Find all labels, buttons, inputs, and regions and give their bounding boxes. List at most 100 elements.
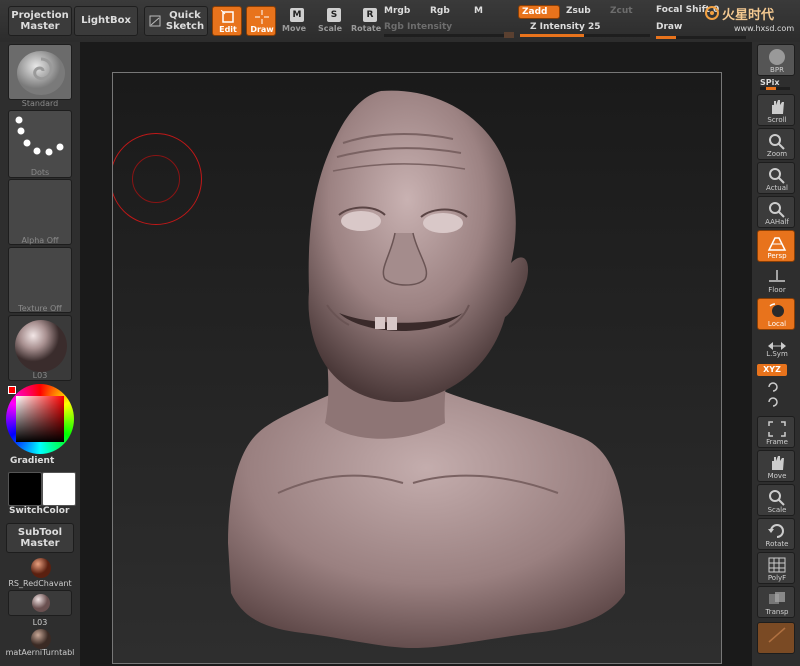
persp-label: Persp xyxy=(767,252,787,260)
gradient-toggle[interactable]: Gradient xyxy=(10,456,54,466)
rotate-label: Rotate xyxy=(351,24,382,33)
aahalf-button[interactable]: AAHalf xyxy=(757,196,795,228)
move-mode-button[interactable]: M Move xyxy=(282,6,308,36)
aahalf-magnifier-icon xyxy=(769,202,785,218)
material-slot-1-icon[interactable] xyxy=(30,557,52,579)
material-slot-3-label: matAerniTurntabl xyxy=(5,648,75,657)
m-toggle[interactable]: M xyxy=(474,6,483,16)
polyf-button[interactable]: PolyF xyxy=(757,552,795,584)
local-button[interactable]: Local xyxy=(757,298,795,330)
scale-label: Scale xyxy=(318,24,343,33)
bpr-sphere-icon xyxy=(769,49,785,65)
z-intensity-slider[interactable]: Z Intensity 25 xyxy=(530,22,601,32)
scale-magnifier-icon xyxy=(769,490,785,506)
material-slot-3-icon[interactable] xyxy=(30,628,52,650)
rgb-intensity-slider[interactable]: Rgb Intensity xyxy=(384,22,452,32)
scale-label: Scale xyxy=(767,506,787,514)
rgb-intensity-handle[interactable] xyxy=(504,32,514,38)
sculpt-model[interactable] xyxy=(113,73,721,663)
frame-button[interactable]: Frame xyxy=(757,416,795,448)
rotate-label: Rotate xyxy=(765,540,789,548)
primary-color-swatch[interactable] xyxy=(8,472,42,506)
stroke-label: Dots xyxy=(30,168,50,177)
projection-master-button[interactable]: Projection Master xyxy=(8,6,72,36)
floor-label: Floor xyxy=(768,286,786,294)
draw-mode-button[interactable]: Draw xyxy=(246,6,276,36)
alpha-label: Alpha Off xyxy=(21,236,59,245)
scroll-label: Scroll xyxy=(767,116,787,124)
lsym-label: L.Sym xyxy=(766,350,788,358)
move-hand-icon xyxy=(772,456,784,470)
left-shelf: Standard Dots Alpha Off Texture Off L03 … xyxy=(0,42,80,666)
scale-button[interactable]: Scale xyxy=(757,484,795,516)
zadd-toggle[interactable]: Zadd xyxy=(518,5,560,19)
edit-label: Edit xyxy=(219,25,237,34)
rgb-toggle[interactable]: Rgb xyxy=(430,6,450,16)
rotate-key-icon: R xyxy=(363,8,377,22)
actual-magnifier-icon xyxy=(769,168,785,184)
zcut-toggle[interactable]: Zcut xyxy=(610,6,633,16)
draw-icon xyxy=(255,10,269,24)
watermark-swirl-icon xyxy=(705,6,719,20)
move-key-icon: M xyxy=(290,8,304,22)
bpr-label: BPR xyxy=(770,66,784,74)
actual-label: Actual xyxy=(766,184,788,192)
canvas[interactable] xyxy=(112,72,722,664)
material-slot-2-icon xyxy=(32,594,50,612)
draw-size-fill xyxy=(656,36,676,39)
zsub-toggle[interactable]: Zsub xyxy=(566,6,591,16)
focal-shift-label: Focal Shift xyxy=(656,5,710,15)
scale-mode-button[interactable]: S Scale xyxy=(316,6,342,36)
subtool-master-button[interactable]: SubTool Master xyxy=(6,523,74,553)
ghost-button[interactable] xyxy=(757,622,795,654)
rotate-icon xyxy=(768,524,784,538)
local-label: Local xyxy=(767,320,787,328)
transparency-icon xyxy=(769,592,785,604)
polyframe-grid-icon xyxy=(768,557,786,573)
spix-fill xyxy=(766,87,776,90)
edit-mode-button[interactable]: Edit xyxy=(212,6,242,36)
bpr-button[interactable]: BPR xyxy=(757,44,795,76)
rotate-button[interactable]: Rotate xyxy=(757,518,795,550)
ghost-icon xyxy=(768,627,786,643)
material-sphere-icon xyxy=(15,320,67,372)
material-slot-2[interactable] xyxy=(8,590,72,616)
standard-brush-icon xyxy=(17,51,65,95)
right-shelf: BPR SPix Scroll Zoom Actual AAHalf Persp… xyxy=(752,42,800,666)
secondary-color-swatch[interactable] xyxy=(42,472,76,506)
color-picker-square[interactable] xyxy=(16,396,64,442)
zoom-button[interactable]: Zoom xyxy=(757,128,795,160)
transp-button[interactable]: Transp xyxy=(757,586,795,618)
persp-button[interactable]: Persp xyxy=(757,230,795,262)
brush-cursor-inner xyxy=(132,155,180,203)
scale-key-icon: S xyxy=(327,8,341,22)
quick-sketch-button[interactable]: Quick Sketch xyxy=(144,6,208,36)
rotate-mode-button[interactable]: R Rotate xyxy=(350,6,382,36)
xyz-toggle[interactable]: XYZ xyxy=(757,364,787,376)
lightbox-button[interactable]: LightBox xyxy=(74,6,138,36)
switch-color-button[interactable]: SwitchColor xyxy=(9,506,69,516)
actual-button[interactable]: Actual xyxy=(757,162,795,194)
texture-label: Texture Off xyxy=(18,304,62,313)
transp-label: Transp xyxy=(765,608,789,616)
zoom-label: Zoom xyxy=(766,150,788,158)
mrgb-toggle[interactable]: Mrgb xyxy=(384,6,410,16)
rgb-intensity-track[interactable] xyxy=(384,34,514,37)
local-rotation-icon xyxy=(769,303,784,317)
move-button[interactable]: Move xyxy=(757,450,795,482)
lsym-button[interactable]: L.Sym xyxy=(757,336,795,360)
frame-label: Frame xyxy=(766,438,788,446)
scroll-button[interactable]: Scroll xyxy=(757,94,795,126)
aahalf-label: AAHalf xyxy=(765,218,789,226)
brush-label: Standard xyxy=(21,99,59,108)
color-picker-marker[interactable] xyxy=(8,386,16,394)
quick-sketch-icon xyxy=(149,15,161,27)
dots-stroke-icon xyxy=(15,116,64,156)
rotate-axis-icons[interactable] xyxy=(766,380,780,410)
brush-button[interactable] xyxy=(8,44,72,100)
watermark-logo: 火星时代 www.hxsd.com xyxy=(704,3,798,39)
spix-slider[interactable]: SPix xyxy=(760,78,780,87)
draw-size-slider[interactable]: Draw xyxy=(656,22,682,32)
z-intensity-fill xyxy=(520,34,584,37)
floor-button[interactable]: Floor xyxy=(757,264,795,296)
